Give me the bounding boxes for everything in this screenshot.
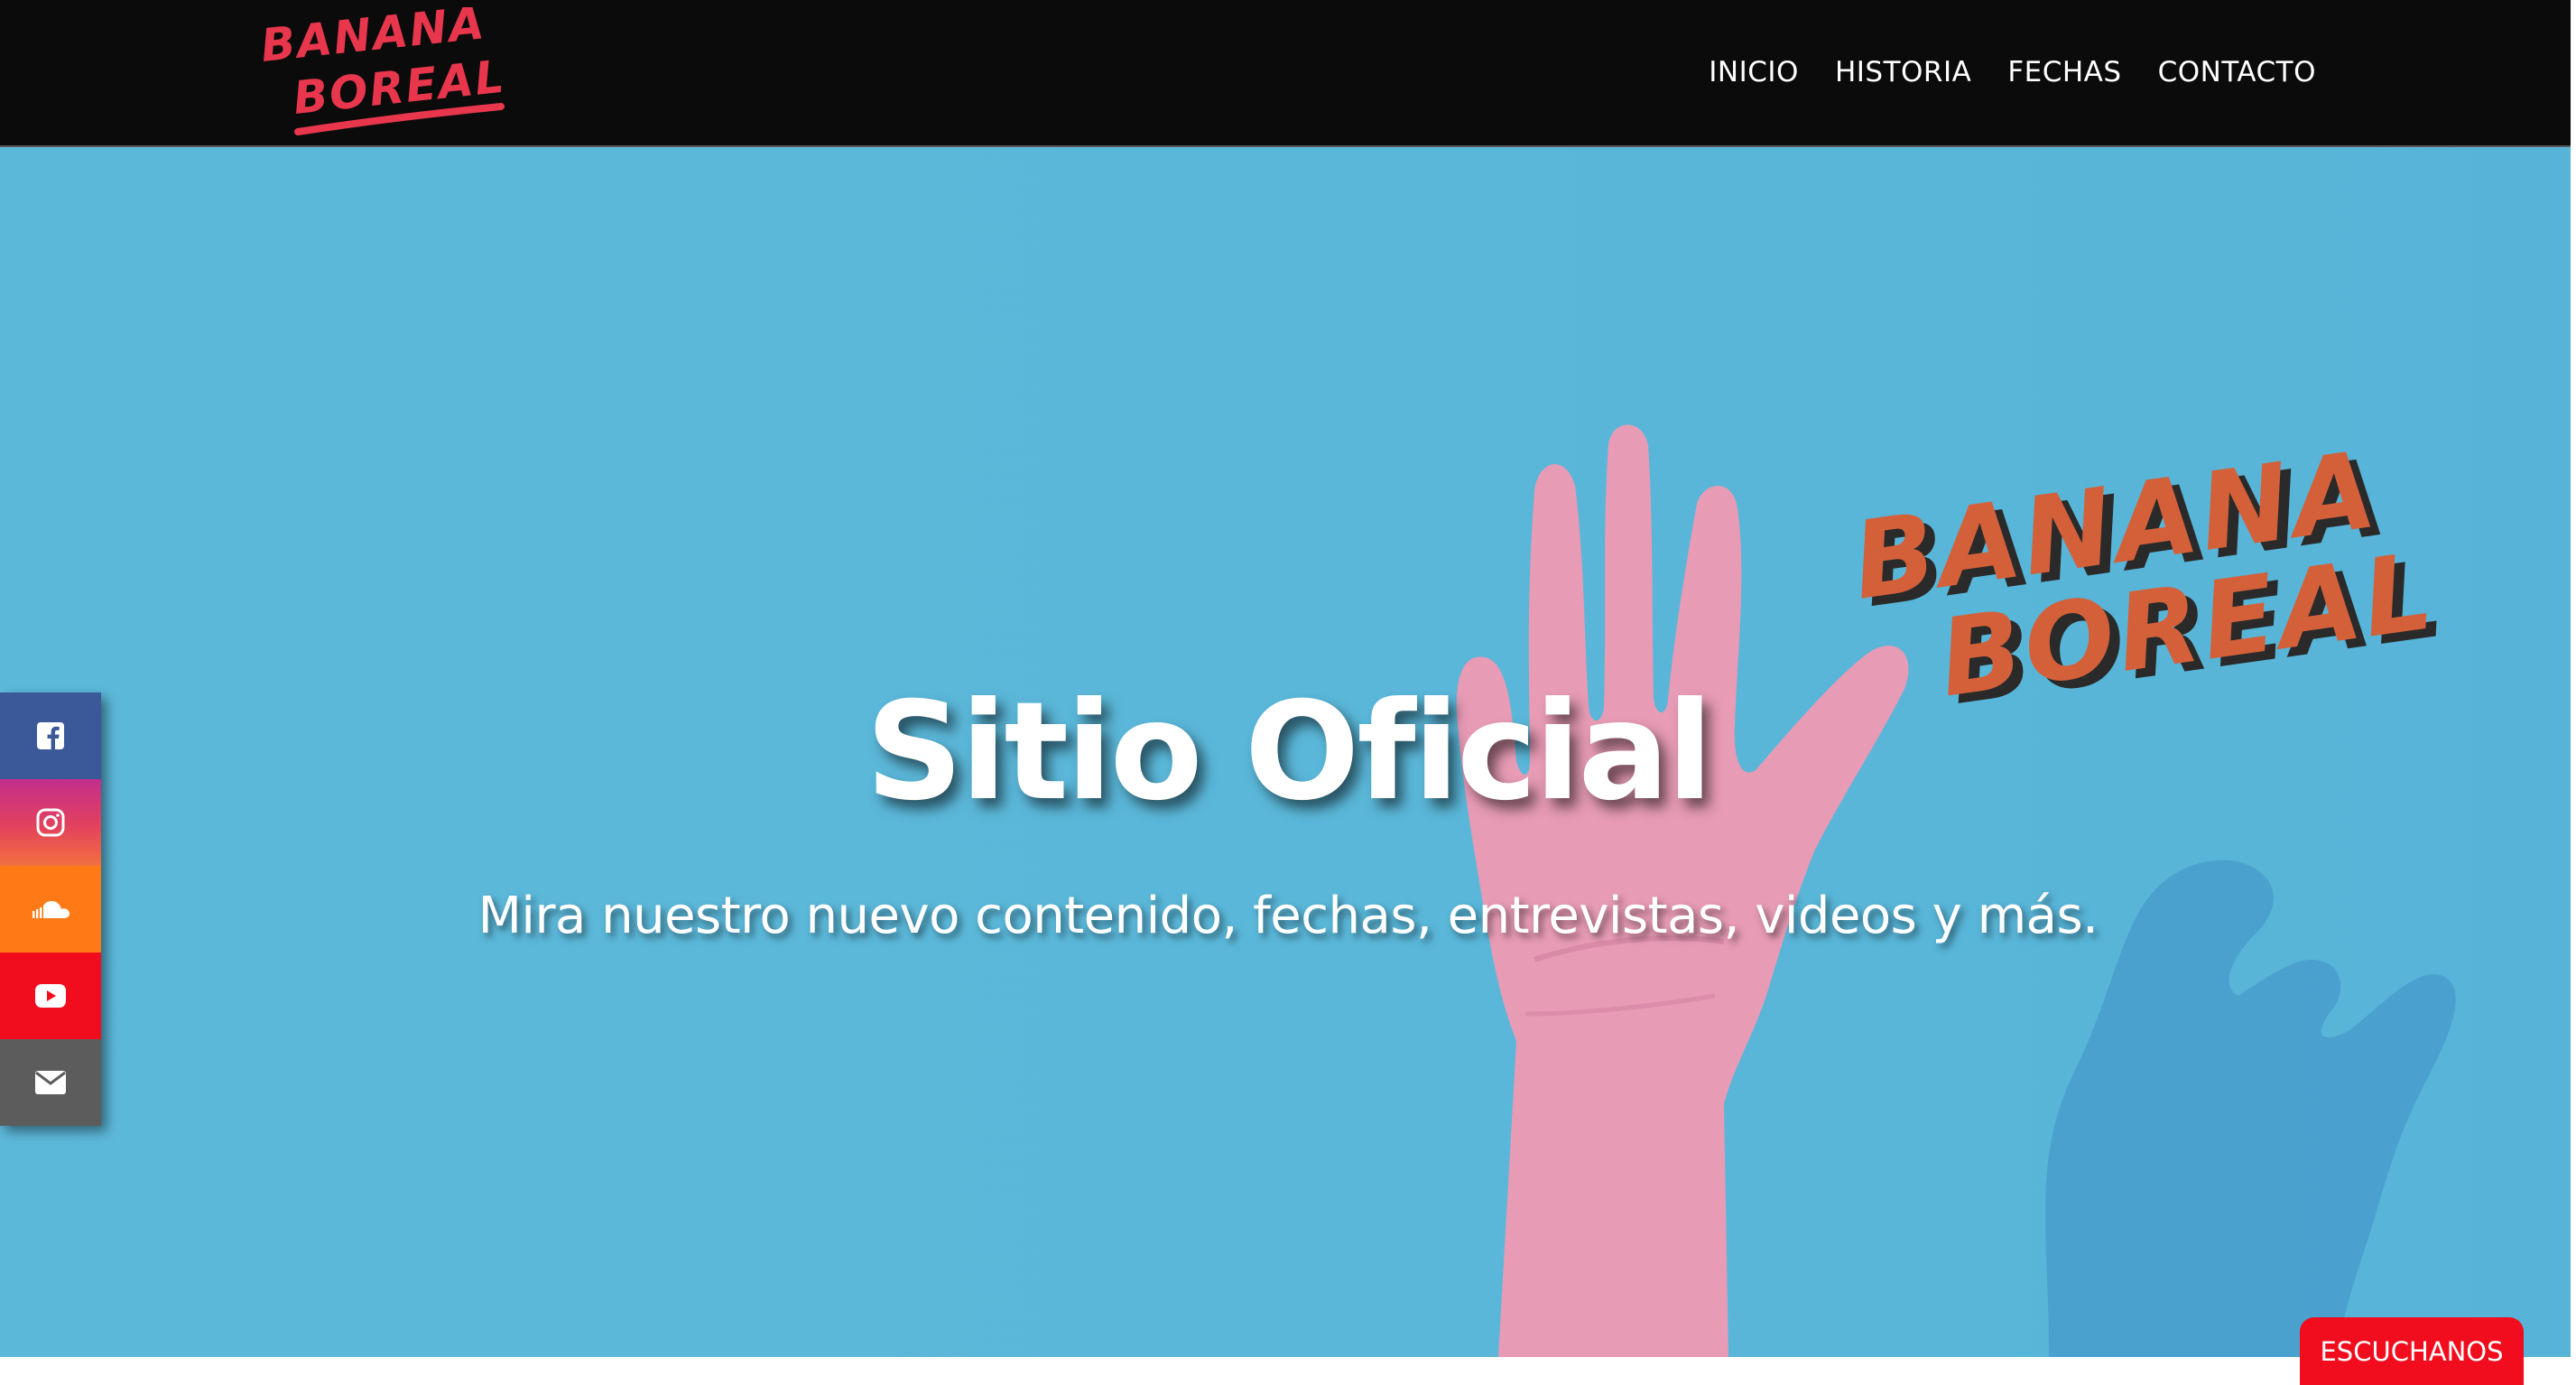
youtube-button[interactable] bbox=[0, 953, 101, 1039]
instagram-button[interactable] bbox=[0, 779, 101, 866]
listen-button[interactable]: ESCUCHANOS bbox=[2300, 1317, 2524, 1385]
nav-link-inicio[interactable]: INICIO bbox=[1709, 51, 1799, 94]
hero-title: Sitio Oficial bbox=[866, 674, 1713, 831]
page: BANANA BOREAL INICIO HISTORIA FECHAS CON… bbox=[0, 0, 2576, 1385]
hero-section: BANANA BANANA BOREAL BOREAL Sitio Oficia… bbox=[0, 147, 2576, 1357]
social-sidebar bbox=[0, 692, 101, 1126]
facebook-icon bbox=[37, 722, 64, 749]
brand-logo-image: BANANA BOREAL bbox=[258, 0, 508, 135]
site-header: BANANA BOREAL INICIO HISTORIA FECHAS CON… bbox=[0, 0, 2576, 147]
youtube-icon bbox=[35, 984, 66, 1008]
main-nav: INICIO HISTORIA FECHAS CONTACTO bbox=[1709, 51, 2316, 94]
instagram-icon bbox=[36, 808, 65, 837]
page-edge bbox=[2571, 0, 2576, 1385]
soundcloud-icon bbox=[32, 901, 69, 918]
nav-link-contacto[interactable]: CONTACTO bbox=[2158, 51, 2316, 94]
nav-link-historia[interactable]: HISTORIA bbox=[1835, 51, 1971, 94]
envelope-icon bbox=[35, 1071, 66, 1094]
hero-subtitle: Mira nuestro nuevo contenido, fechas, en… bbox=[477, 887, 2099, 945]
soundcloud-button[interactable] bbox=[0, 866, 101, 953]
email-button[interactable] bbox=[0, 1039, 101, 1126]
facebook-button[interactable] bbox=[0, 692, 101, 779]
nav-link-fechas[interactable]: FECHAS bbox=[2007, 51, 2121, 94]
brand-logo[interactable]: BANANA BOREAL bbox=[257, 0, 510, 143]
